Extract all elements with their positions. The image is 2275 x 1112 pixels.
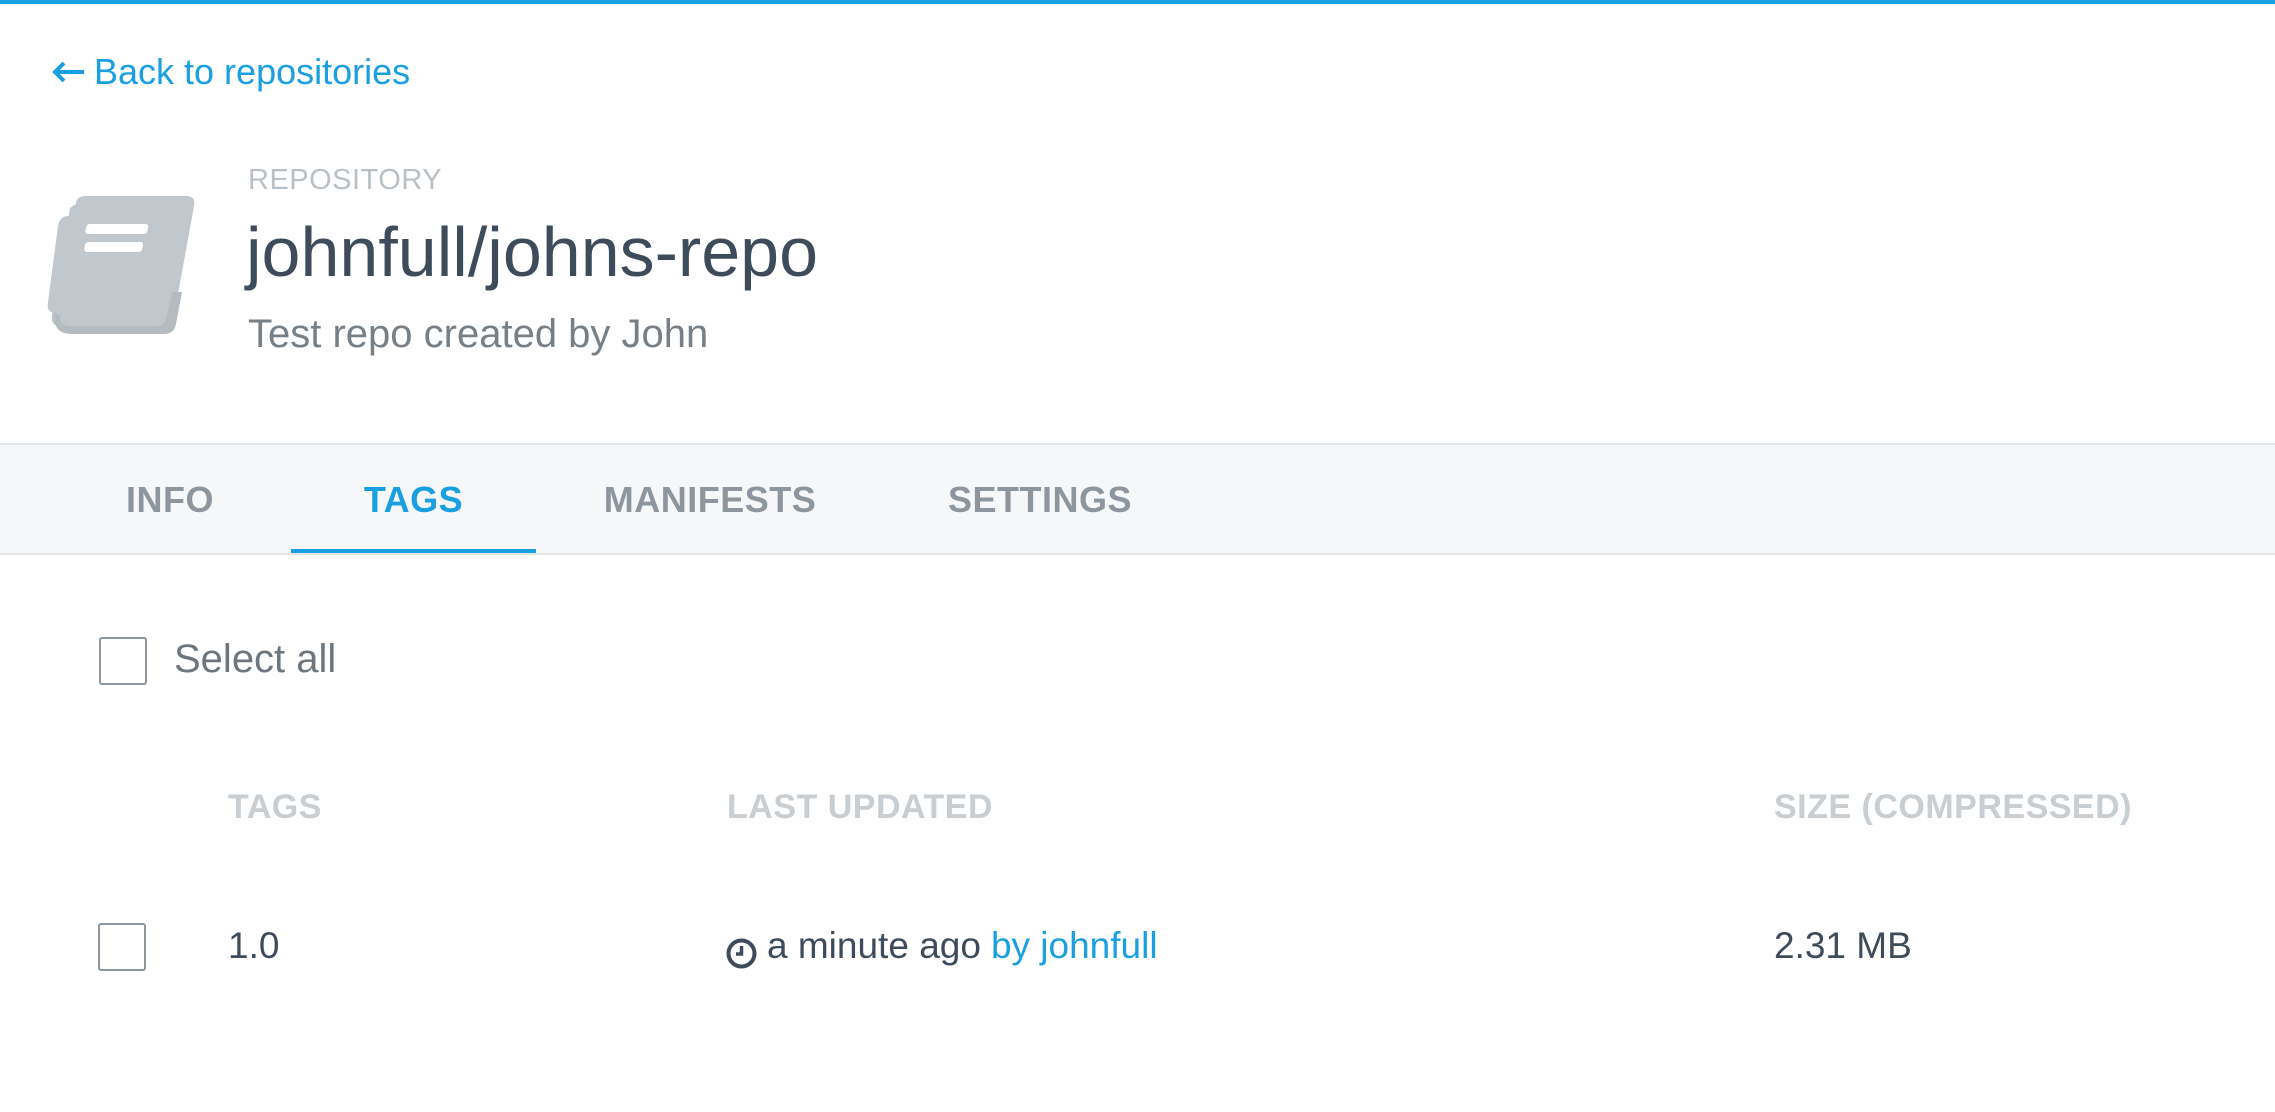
clock-icon <box>726 931 757 968</box>
row-checkbox[interactable] <box>98 923 146 971</box>
column-header-tags: TAGS <box>228 788 322 826</box>
tab-manifests[interactable]: MANIFESTS <box>580 445 840 553</box>
back-link-label: Back to repositories <box>94 51 411 92</box>
column-header-last-updated: LAST UPDATED <box>727 788 994 826</box>
select-all-label[interactable]: Select all <box>174 633 336 685</box>
updated-by-link[interactable]: by johnfull <box>991 920 1158 972</box>
column-header-size: SIZE (COMPRESSED) <box>1774 788 2132 826</box>
last-updated-time: a minute ago <box>767 925 981 966</box>
repository-name: johnfull/johns-repo <box>246 213 819 291</box>
top-accent-bar <box>0 0 2275 4</box>
back-to-repositories-link[interactable]: Back to repositories <box>50 50 410 94</box>
arrow-left-icon <box>50 50 86 94</box>
tab-bar: INFO TAGS MANIFESTS SETTINGS <box>0 443 2275 555</box>
last-updated-cell: a minute ago by johnfull <box>726 920 1158 972</box>
tab-settings[interactable]: SETTINGS <box>920 445 1160 553</box>
select-all-checkbox[interactable] <box>99 637 147 685</box>
tab-info[interactable]: INFO <box>90 445 250 553</box>
book-icon <box>46 194 200 336</box>
repository-kicker: REPOSITORY <box>248 164 443 196</box>
repository-description: Test repo created by John <box>248 312 709 356</box>
size-value: 2.31 MB <box>1774 925 1912 966</box>
tab-tags[interactable]: TAGS <box>291 445 536 553</box>
tag-name[interactable]: 1.0 <box>228 920 279 972</box>
